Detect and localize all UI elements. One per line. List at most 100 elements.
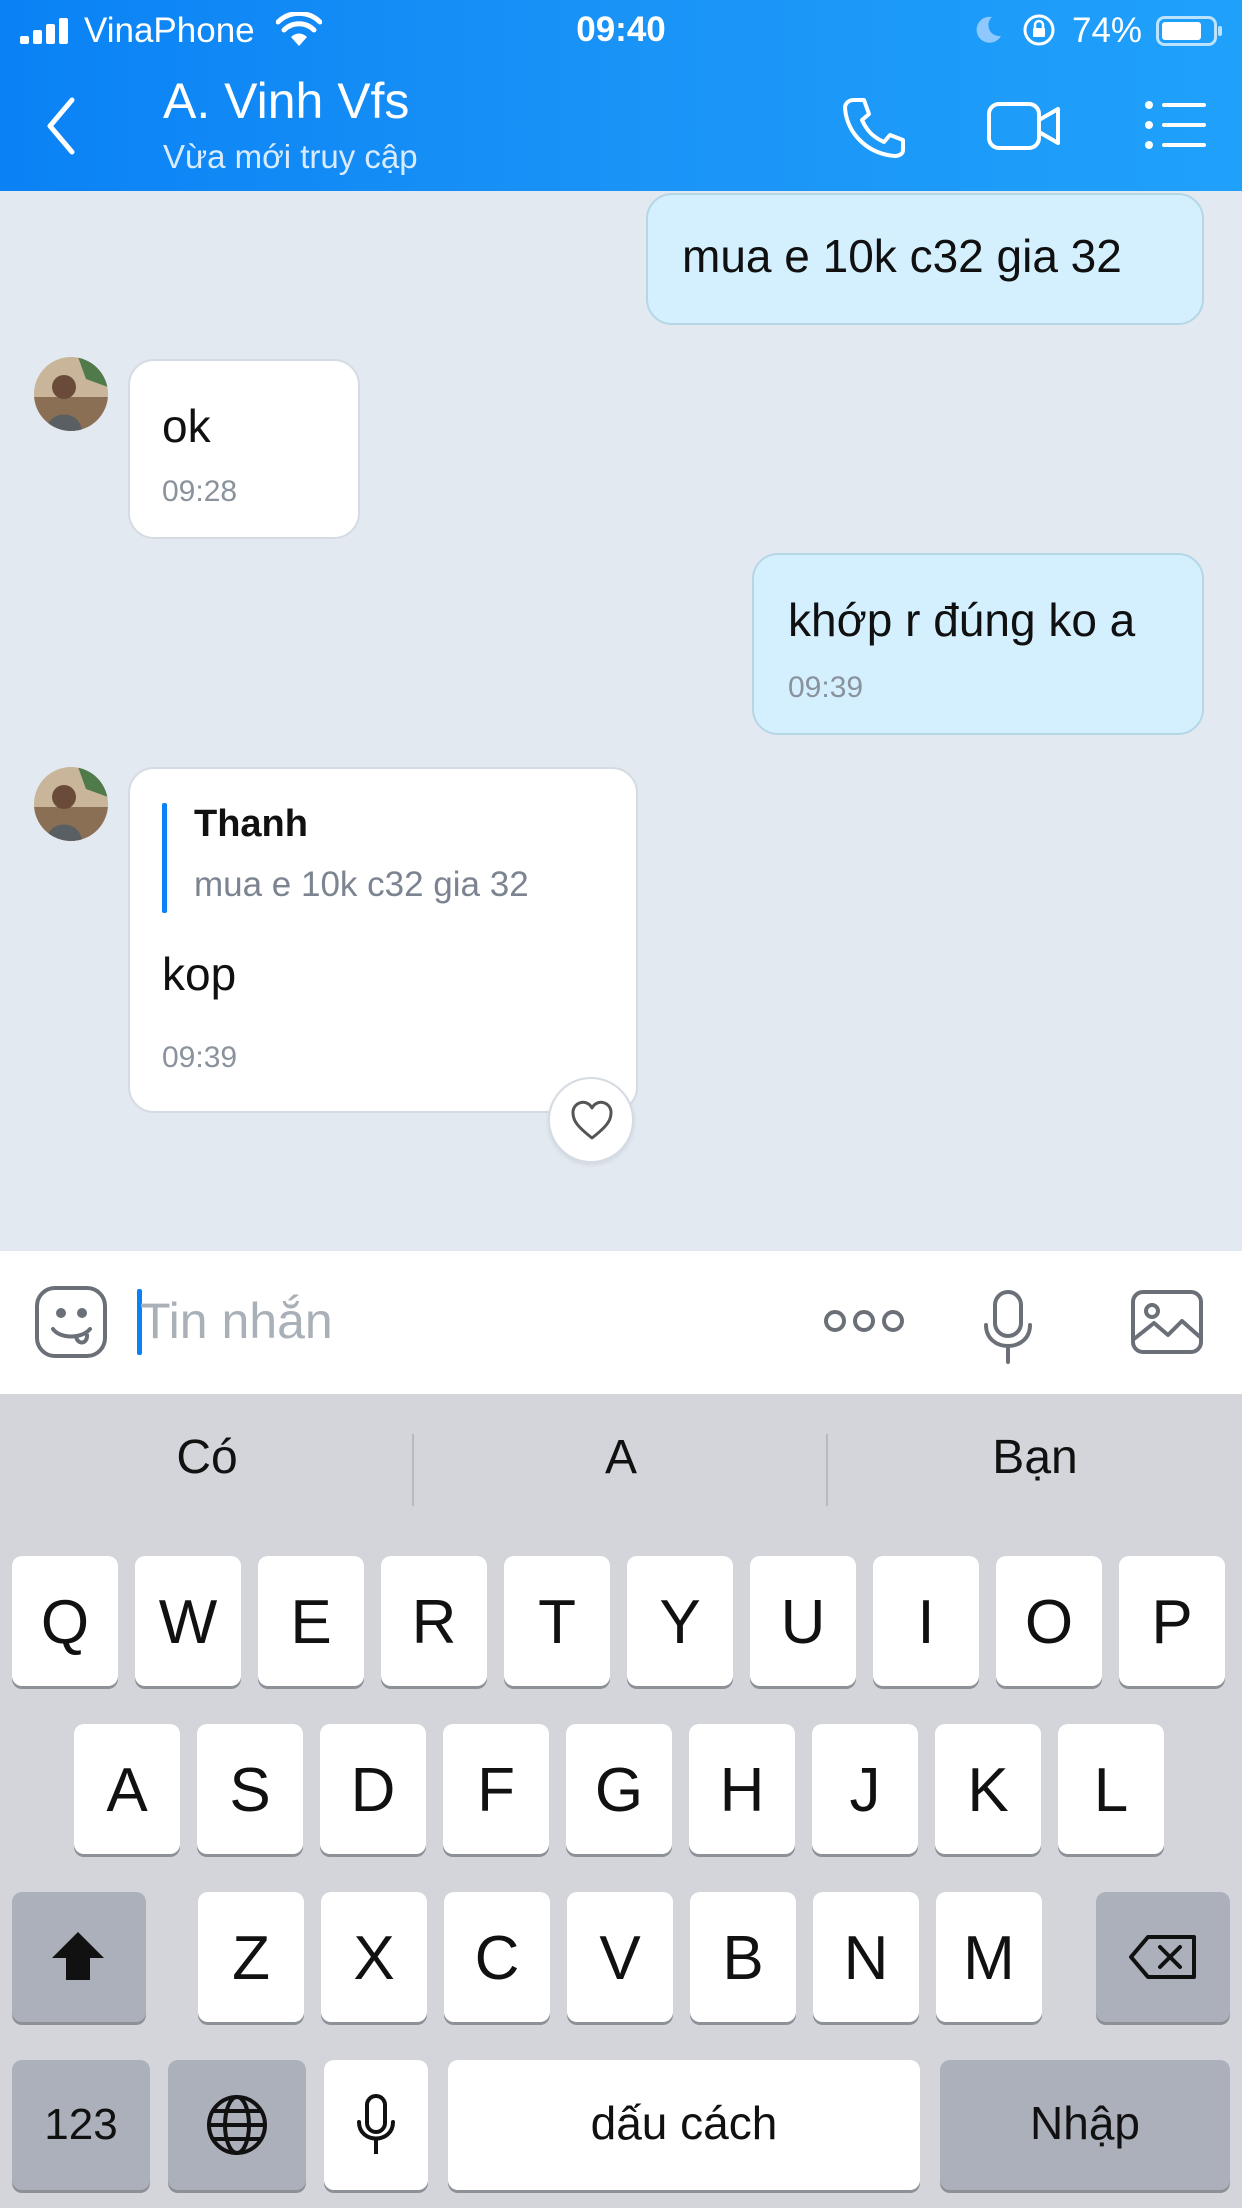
suggestion[interactable]: A [414,1394,828,1522]
key-label: I [917,1588,935,1657]
image-icon[interactable] [1130,1289,1204,1355]
back-icon[interactable] [38,90,88,162]
key-q[interactable]: Q [12,1556,118,1686]
phone-icon[interactable] [840,96,906,158]
heart-icon [571,1100,613,1140]
avatar[interactable] [34,357,108,431]
key-label: S [229,1756,271,1825]
moon-icon [976,16,1001,43]
key-label: R [411,1588,457,1657]
key-l[interactable]: L [1058,1724,1164,1854]
numbers-key[interactable]: 123 [12,2060,150,2190]
key-label: V [599,1924,641,1993]
composer [0,1251,1242,1394]
space-key-label: dấu cách [590,2097,778,2149]
key-d[interactable]: D [320,1724,426,1854]
key-label: P [1151,1588,1193,1657]
key-label: W [158,1588,218,1657]
backspace-key[interactable] [1096,1892,1230,2022]
key-z[interactable]: Z [198,1892,304,2022]
globe-icon [207,2095,267,2155]
emoji-icon[interactable] [34,1285,108,1359]
key-g[interactable]: G [566,1724,672,1854]
globe-key[interactable] [168,2060,306,2190]
message-text: mua e 10k c32 gia 32 [682,230,1122,282]
suggestion[interactable]: Bạn [828,1394,1242,1522]
message-bubble-incoming[interactable]: ok 09:28 [128,359,360,539]
key-v[interactable]: V [567,1892,673,2022]
dictation-key[interactable] [324,2060,428,2190]
keyboard: Có A Bạn QW E R T Y U I O P A S D F G H J K L Z X C V B N M 12… [0,1394,1242,2208]
return-key[interactable]: Nhập [940,2060,1230,2190]
quote-bar [162,803,167,913]
key-label: B [722,1924,764,1993]
key-label: U [780,1588,826,1657]
key-o[interactable]: O [996,1556,1102,1686]
suggestion[interactable]: Có [0,1394,414,1522]
message-time: 09:39 [162,1041,238,1074]
message-input[interactable] [140,1281,740,1361]
message-bubble-outgoing[interactable]: mua e 10k c32 gia 32 [646,193,1204,325]
key-n[interactable]: N [813,1892,919,2022]
key-b[interactable]: B [690,1892,796,2022]
message-list[interactable]: mua e 10k c32 gia 32 ok 09:28 khớp r đún… [0,191,1242,1251]
key-label: F [477,1756,515,1825]
return-key-label: Nhập [1030,2097,1140,2149]
key-label: Y [659,1588,701,1657]
key-label: K [967,1756,1009,1825]
contact-status: Vừa mới truy cập [163,138,418,175]
contact-name[interactable]: A. Vinh Vfs [163,72,409,130]
more-icon[interactable] [822,1307,906,1335]
numbers-key-label: 123 [44,2100,118,2149]
quote-author: Thanh [194,803,308,845]
key-x[interactable]: X [321,1892,427,2022]
key-e[interactable]: E [258,1556,364,1686]
reaction-button[interactable] [548,1077,634,1163]
message-bubble-outgoing[interactable]: khớp r đúng ko a 09:39 [752,553,1204,735]
key-label: G [594,1756,644,1825]
key-label: X [353,1924,395,1993]
key-label: H [719,1756,765,1825]
menu-icon[interactable] [1144,100,1208,150]
key-k[interactable]: K [935,1724,1041,1854]
key-r[interactable]: R [381,1556,487,1686]
key-i[interactable]: I [873,1556,979,1686]
message-time: 09:28 [162,475,238,508]
video-call-icon[interactable] [986,100,1062,152]
key-h[interactable]: H [689,1724,795,1854]
battery-icon [1156,16,1222,46]
key-w[interactable]: W [135,1556,241,1686]
key-label: J [849,1756,881,1825]
key-y[interactable]: Y [627,1556,733,1686]
key-t[interactable]: T [504,1556,610,1686]
avatar[interactable] [34,767,108,841]
dictation-icon [357,2094,395,2154]
key-f[interactable]: F [443,1724,549,1854]
quote-text[interactable]: mua e 10k c32 gia 32 [194,865,529,905]
key-label: L [1093,1756,1129,1825]
key-label: Q [40,1588,90,1657]
message-text: kop [162,948,237,1000]
key-j[interactable]: J [812,1724,918,1854]
key-s[interactable]: S [197,1724,303,1854]
key-label: E [290,1588,332,1657]
key-label: N [843,1924,889,1993]
key-p[interactable]: P [1119,1556,1225,1686]
rotation-lock-icon [1023,14,1055,46]
message-text: khớp r đúng ko a [788,594,1136,646]
battery-percent: 74% [1072,11,1143,50]
status-bar: VinaPhone 09:40 74% [0,0,1242,62]
backspace-icon [1129,1935,1196,1979]
key-a[interactable]: A [74,1724,180,1854]
message-time: 09:39 [788,671,864,704]
key-c[interactable]: C [444,1892,550,2022]
message-bubble-incoming[interactable]: Thanh mua e 10k c32 gia 32 kop 09:39 [128,767,638,1113]
key-m[interactable]: M [936,1892,1042,2022]
key-label: A [106,1756,148,1825]
key-u[interactable]: U [750,1556,856,1686]
key-label: C [474,1924,520,1993]
shift-key[interactable] [12,1892,146,2022]
shift-icon [52,1932,104,1980]
microphone-icon[interactable] [982,1289,1034,1365]
space-key[interactable]: dấu cách [448,2060,920,2190]
